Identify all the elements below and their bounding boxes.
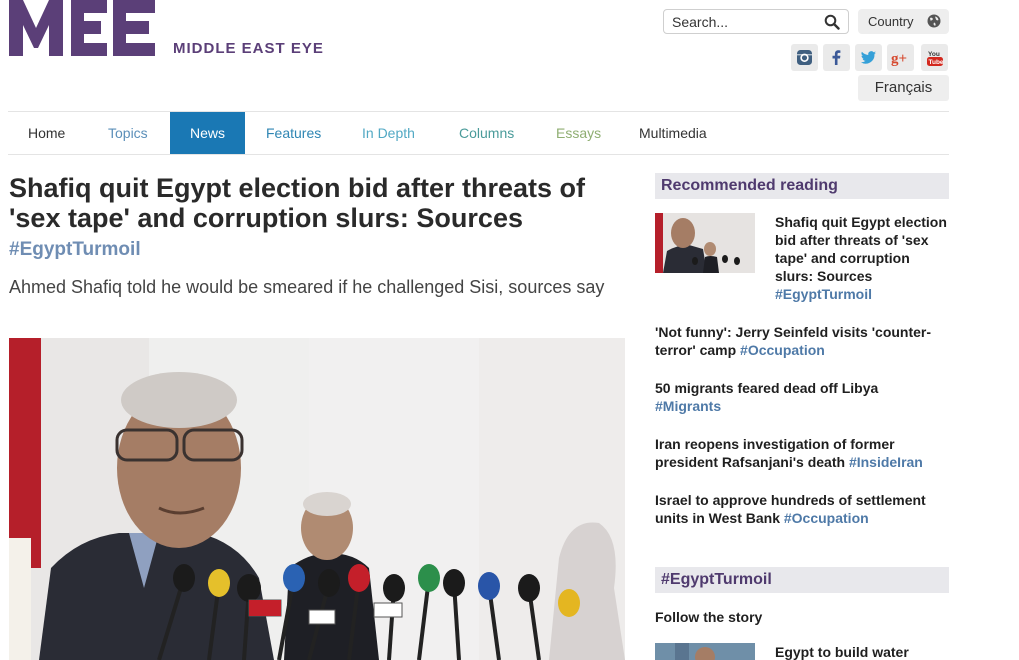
- instagram-icon[interactable]: [791, 44, 818, 71]
- recommended-item[interactable]: Israel to approve hundreds of settlement…: [655, 491, 949, 527]
- nav-label: Topics: [108, 125, 148, 141]
- nav-label: In Depth: [362, 125, 415, 141]
- recommended-tag[interactable]: #Migrants: [655, 398, 721, 414]
- article-hashtag-link[interactable]: #EgyptTurmoil: [9, 239, 141, 261]
- recommended-tag[interactable]: #EgyptTurmoil: [775, 286, 872, 302]
- recommended-thumbnail[interactable]: [655, 213, 755, 273]
- recommended-title: 50 migrants feared dead off Libya: [655, 380, 879, 396]
- nav-topics[interactable]: Topics: [88, 112, 168, 154]
- article-headline: Shafiq quit Egypt election bid after thr…: [9, 173, 586, 233]
- follow-story-item[interactable]: Egypt to build water: [775, 643, 949, 660]
- nav-features[interactable]: Features: [246, 112, 341, 154]
- nav-label: News: [190, 125, 226, 141]
- nav-label: Features: [266, 125, 322, 141]
- country-label: Country: [868, 14, 914, 29]
- nav-home[interactable]: Home: [8, 112, 85, 154]
- nav-label: Columns: [459, 125, 515, 141]
- recommended-tag[interactable]: #Occupation: [740, 342, 825, 358]
- recommended-item[interactable]: Iran reopens investigation of former pre…: [655, 435, 949, 471]
- search-icon[interactable]: [824, 14, 840, 30]
- nav-label: Home: [28, 125, 66, 141]
- nav-essays[interactable]: Essays: [536, 112, 621, 154]
- follow-story-title: Egypt to build water: [775, 644, 909, 660]
- nav-in-depth[interactable]: In Depth: [342, 112, 435, 154]
- recommended-tag[interactable]: #Occupation: [784, 510, 869, 526]
- country-selector[interactable]: Country: [858, 9, 949, 34]
- recommended-heading: Recommended reading: [655, 173, 949, 199]
- recommended-title: Shafiq quit Egypt election bid after thr…: [775, 214, 947, 284]
- recommended-item[interactable]: 50 migrants feared dead off Libya #Migra…: [655, 379, 949, 415]
- follow-thumbnail[interactable]: [655, 643, 755, 660]
- nav-columns[interactable]: Columns: [439, 112, 534, 154]
- recommended-tag[interactable]: #InsideIran: [849, 454, 923, 470]
- youtube-icon[interactable]: You Tube: [921, 44, 948, 71]
- brand-name[interactable]: MIDDLE EAST EYE: [173, 40, 324, 57]
- svg-text:Tube: Tube: [928, 59, 943, 66]
- nav-label: Essays: [556, 125, 602, 141]
- facebook-icon[interactable]: [823, 44, 850, 71]
- globe-icon: [927, 14, 941, 28]
- twitter-icon[interactable]: [855, 44, 882, 71]
- language-switch-button[interactable]: Français: [858, 75, 949, 101]
- search-box[interactable]: [663, 9, 849, 34]
- main-nav: Home Topics News Features In Depth Colum…: [8, 111, 949, 155]
- nav-multimedia[interactable]: Multimedia: [619, 112, 727, 154]
- svg-text:You: You: [928, 51, 940, 58]
- search-input[interactable]: [672, 13, 822, 31]
- nav-label: Multimedia: [639, 125, 707, 141]
- google-plus-icon[interactable]: g+: [887, 44, 914, 71]
- article-photo: [9, 338, 625, 660]
- recommended-item[interactable]: 'Not funny': Jerry Seinfeld visits 'coun…: [655, 323, 949, 359]
- recommended-item[interactable]: Shafiq quit Egypt election bid after thr…: [775, 213, 949, 303]
- nav-news[interactable]: News: [170, 112, 246, 154]
- follow-the-story-label: Follow the story: [655, 609, 763, 625]
- article-standfirst: Ahmed Shafiq told he would be smeared if…: [9, 277, 605, 297]
- mee-logo[interactable]: [9, 0, 155, 56]
- topic-heading[interactable]: #EgyptTurmoil: [655, 567, 949, 593]
- svg-text:g+: g+: [891, 51, 907, 66]
